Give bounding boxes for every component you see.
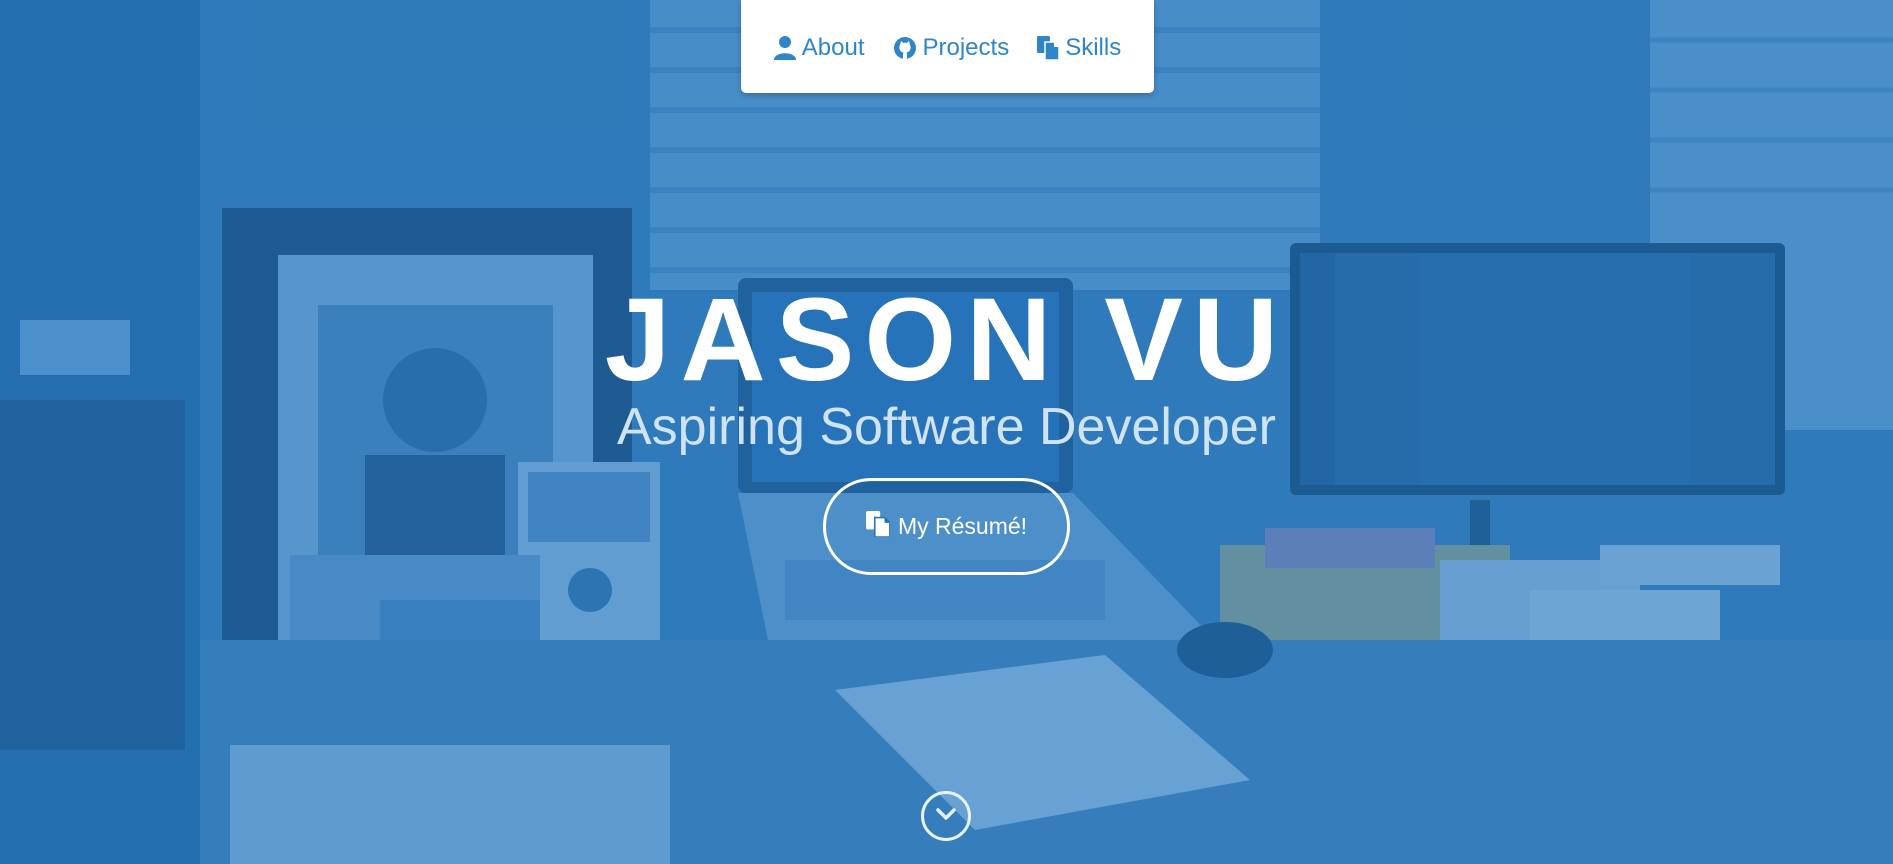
nav-about-link[interactable]: About [773, 32, 865, 62]
nav-skills-label: Skills [1065, 33, 1122, 61]
nav-projects-link[interactable]: Projects [893, 32, 1010, 62]
chevron-down-icon [935, 807, 957, 826]
page-title: JASON VU [604, 274, 1289, 406]
hero-section: About Projects Skills JASON VU Aspiring … [0, 0, 1893, 864]
page-subtitle: Aspiring Software Developer [617, 398, 1276, 456]
resume-button[interactable]: My Résumé! [823, 478, 1070, 575]
user-icon [773, 35, 796, 60]
scroll-down-button[interactable] [921, 791, 971, 841]
nav-skills-link[interactable]: Skills [1037, 32, 1121, 62]
navbar: About Projects Skills [741, 0, 1154, 93]
copy-icon [866, 510, 891, 543]
nav-about-label: About [801, 33, 865, 61]
nav-projects-label: Projects [922, 33, 1010, 61]
copy-icon [1037, 35, 1060, 60]
github-icon [893, 36, 917, 60]
resume-button-label: My Résumé! [897, 513, 1028, 539]
